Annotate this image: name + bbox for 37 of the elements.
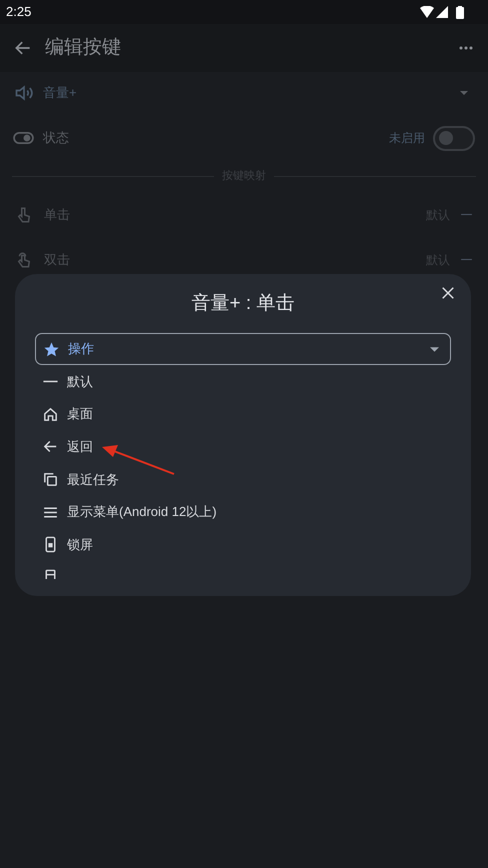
dash-icon	[42, 380, 59, 383]
key-value: 音量+	[43, 84, 77, 102]
option-label: 显示菜单(Android 12以上)	[67, 503, 217, 522]
finger-tap-icon	[15, 204, 33, 224]
speaker-icon	[14, 83, 34, 103]
dropdown-caret-icon	[430, 346, 439, 352]
option-label: 默认	[67, 372, 93, 391]
dialog-title: 音量+ : 单击	[192, 292, 294, 316]
wifi-icon	[420, 6, 434, 18]
action-option[interactable]: 显示菜单(Android 12以上)	[35, 496, 451, 528]
category-dropdown[interactable]: 操作	[35, 333, 451, 365]
action-option[interactable]: 锁屏	[35, 528, 451, 562]
state-label: 状态	[43, 129, 69, 148]
action-option[interactable]: 桌面	[35, 398, 451, 430]
action-option[interactable]: 最近任务	[35, 463, 451, 496]
category-value: 操作	[68, 340, 94, 358]
overlapping-squares-icon	[42, 470, 59, 488]
option-label: 桌面	[67, 405, 93, 424]
toggle-outline-icon	[13, 132, 34, 144]
state-value: 未启用	[389, 130, 425, 147]
action-option[interactable]: 返回	[35, 430, 451, 464]
option-label: 锁屏	[67, 536, 93, 554]
signal-icon	[436, 6, 448, 18]
dash-icon	[460, 258, 473, 261]
more-icon	[459, 46, 473, 50]
option-label: 返回	[67, 438, 93, 456]
home-icon	[42, 406, 59, 423]
finger-double-tap-icon	[15, 250, 33, 270]
battery-icon	[456, 6, 464, 18]
status-time: 2:25	[6, 3, 32, 22]
option-label: 最近任务	[67, 470, 119, 489]
dash-icon	[460, 213, 473, 216]
page-title: 编辑按键	[45, 36, 121, 60]
dropdown-caret-icon	[460, 91, 468, 95]
action-option[interactable]: 默认	[35, 365, 451, 398]
state-switch[interactable]	[433, 126, 475, 150]
star-icon	[43, 340, 60, 358]
